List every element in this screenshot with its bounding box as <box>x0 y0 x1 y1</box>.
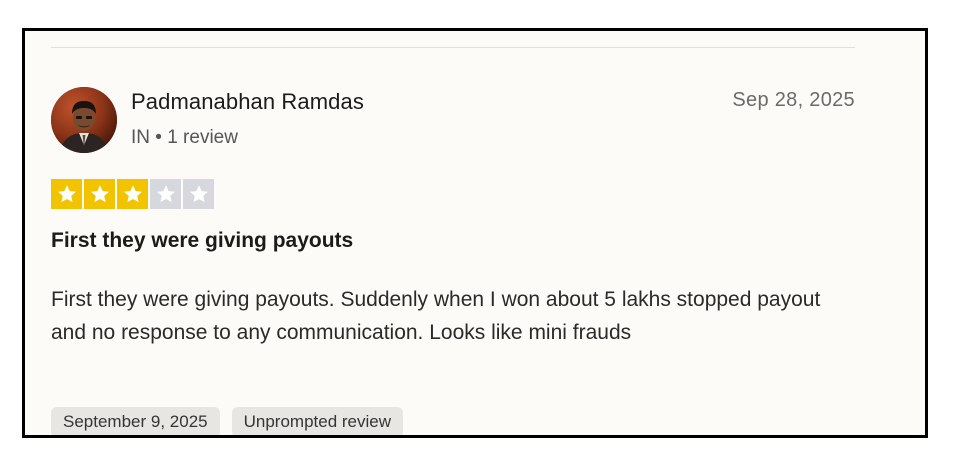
star-icon <box>117 179 148 209</box>
star-icon <box>84 179 115 209</box>
review-date: Sep 28, 2025 <box>732 89 855 111</box>
star-icon <box>51 179 82 209</box>
review-type-badge[interactable]: Unprompted review <box>231 407 404 435</box>
review-body: First they were giving payouts. Suddenly… <box>51 288 821 344</box>
review-card: Padmanabhan Ramdas IN • 1 review Sep 28,… <box>22 28 928 438</box>
review-title: First they were giving payouts <box>51 229 354 252</box>
star-rating <box>51 179 214 209</box>
avatar[interactable] <box>51 87 117 153</box>
review-badges: September 9, 2025 Unprompted review <box>51 407 404 435</box>
reviewer-meta: IN • 1 review <box>131 127 238 148</box>
reviewer-name[interactable]: Padmanabhan Ramdas <box>131 89 364 115</box>
experience-date-badge: September 9, 2025 <box>51 407 220 435</box>
top-divider <box>51 47 855 48</box>
star-icon <box>150 179 181 209</box>
star-icon <box>183 179 214 209</box>
reviewer-photo <box>51 87 117 153</box>
